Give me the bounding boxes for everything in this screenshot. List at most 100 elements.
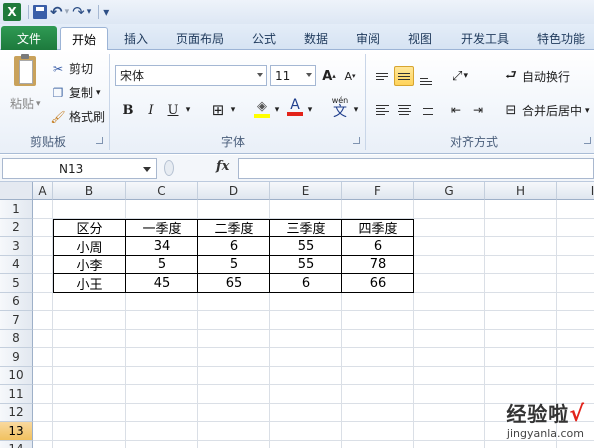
column-header-a[interactable]: A xyxy=(33,182,53,200)
table-cell[interactable]: 78 xyxy=(342,256,414,275)
row-header-14[interactable]: 14 xyxy=(0,440,33,448)
row-header-10[interactable]: 10 xyxy=(0,366,33,385)
column-header-c[interactable]: C xyxy=(126,182,198,200)
grow-font-button[interactable]: A ▴ xyxy=(319,66,339,86)
merge-center-button[interactable]: ⊟ 合并后居中 ▾ xyxy=(503,102,590,119)
column-header-g[interactable]: G xyxy=(414,182,485,200)
row-header-6[interactable]: 6 xyxy=(0,292,33,311)
undo-dropdown-icon[interactable]: ▾ xyxy=(65,7,70,17)
tab-page-layout[interactable]: 页面布局 xyxy=(168,27,232,50)
wrap-text-button[interactable]: ⮐ 自动换行 xyxy=(503,68,570,85)
table-cell[interactable]: 34 xyxy=(126,237,198,256)
table-cell[interactable]: 6 xyxy=(270,274,342,293)
decrease-indent-button[interactable]: ⇤ xyxy=(446,100,466,120)
table-cell[interactable]: 5 xyxy=(198,256,270,275)
underline-dropdown-icon[interactable]: ▾ xyxy=(183,100,193,120)
row-header-13[interactable]: 13 xyxy=(0,422,33,441)
tab-view[interactable]: 视图 xyxy=(400,27,440,50)
alignment-launcher-icon[interactable] xyxy=(584,137,591,144)
row-header-2[interactable]: 2 xyxy=(0,218,33,237)
paste-label[interactable]: 粘贴 ▾ xyxy=(10,95,41,112)
table-header-cell[interactable]: 二季度 xyxy=(198,219,270,237)
fill-color-dropdown-icon[interactable]: ▾ xyxy=(272,100,282,120)
phonetic-dropdown-icon[interactable]: ▾ xyxy=(351,100,361,120)
tab-special-features[interactable]: 特色功能 xyxy=(528,27,594,50)
bold-button[interactable]: B xyxy=(118,100,138,120)
row-header-8[interactable]: 8 xyxy=(0,329,33,348)
tab-review[interactable]: 审阅 xyxy=(348,27,388,50)
align-middle-button[interactable] xyxy=(394,66,414,86)
undo-button[interactable]: ↶ ▾ xyxy=(50,3,69,21)
table-header-cell[interactable]: 区分 xyxy=(53,219,126,237)
table-cell[interactable]: 6 xyxy=(342,237,414,256)
phonetic-guide-button[interactable]: wén 文 xyxy=(327,95,353,121)
name-box[interactable]: N13 xyxy=(2,158,157,179)
table-cell[interactable]: 65 xyxy=(198,274,270,293)
table-cell[interactable]: 小周 xyxy=(53,237,126,256)
font-color-button[interactable]: A xyxy=(285,97,305,117)
table-header-cell[interactable]: 一季度 xyxy=(126,219,198,237)
table-cell[interactable]: 55 xyxy=(270,256,342,275)
align-left-button[interactable] xyxy=(372,100,392,120)
tab-insert[interactable]: 插入 xyxy=(116,27,156,50)
column-header-i[interactable]: I xyxy=(557,182,594,200)
table-cell[interactable]: 小李 xyxy=(53,256,126,274)
row-header-4[interactable]: 4 xyxy=(0,255,33,274)
table-cell[interactable]: 55 xyxy=(270,237,342,256)
table-header-cell[interactable]: 四季度 xyxy=(342,219,414,237)
align-right-button[interactable] xyxy=(416,100,436,120)
table-cell[interactable]: 5 xyxy=(126,256,198,275)
orientation-button[interactable]: ⤢ ▾ xyxy=(446,66,474,86)
tab-home[interactable]: 开始 xyxy=(60,27,108,51)
align-center-button[interactable] xyxy=(394,100,414,120)
borders-dropdown-icon[interactable]: ▾ xyxy=(228,100,238,120)
increase-indent-button[interactable]: ⇥ xyxy=(468,100,488,120)
column-header-h[interactable]: H xyxy=(485,182,557,200)
italic-button[interactable]: I xyxy=(141,100,161,120)
font-launcher-icon[interactable] xyxy=(353,137,360,144)
font-name-combo[interactable]: 宋体 xyxy=(115,65,267,86)
save-button[interactable] xyxy=(33,3,47,21)
row-header-3[interactable]: 3 xyxy=(0,237,33,256)
name-box-dropdown-icon[interactable] xyxy=(143,167,151,172)
font-size-combo[interactable]: 11 xyxy=(270,65,316,86)
tab-file[interactable]: 文件 xyxy=(1,26,57,50)
row-header-9[interactable]: 9 xyxy=(0,348,33,367)
cut-button[interactable]: ✂ 剪切 xyxy=(50,60,93,77)
excel-logo[interactable]: X xyxy=(3,3,21,21)
customize-qat-button[interactable]: ▾ xyxy=(103,3,109,21)
row-header-5[interactable]: 5 xyxy=(0,274,33,293)
column-header-b[interactable]: B xyxy=(53,182,126,200)
row-header-1[interactable]: 1 xyxy=(0,200,33,219)
table-cell[interactable]: 小王 xyxy=(53,274,126,293)
format-painter-button[interactable]: 🖌 格式刷 xyxy=(50,108,105,125)
worksheet-grid[interactable]: ABCDEFGHI1234567891011121314区分一季度二季度三季度四… xyxy=(0,182,594,448)
column-header-e[interactable]: E xyxy=(270,182,342,200)
shrink-font-button[interactable]: A ▾ xyxy=(340,66,360,86)
column-header-f[interactable]: F xyxy=(342,182,414,200)
table-cell[interactable]: 66 xyxy=(342,274,414,293)
redo-dropdown-icon[interactable]: ▾ xyxy=(87,7,92,17)
borders-button[interactable]: ⊞ xyxy=(208,100,228,120)
row-header-11[interactable]: 11 xyxy=(0,385,33,404)
column-header-d[interactable]: D xyxy=(198,182,270,200)
select-all-corner[interactable] xyxy=(0,182,33,200)
table-header-cell[interactable]: 三季度 xyxy=(270,219,342,237)
tab-developer[interactable]: 开发工具 xyxy=(452,27,518,50)
row-header-7[interactable]: 7 xyxy=(0,311,33,330)
formula-bar-resize-handle[interactable] xyxy=(164,160,174,176)
row-header-12[interactable]: 12 xyxy=(0,403,33,422)
copy-button[interactable]: ❐ 复制 ▾ xyxy=(50,84,101,101)
align-top-button[interactable] xyxy=(372,66,392,86)
tab-formulas[interactable]: 公式 xyxy=(244,27,284,50)
table-cell[interactable]: 45 xyxy=(126,274,198,293)
tab-data[interactable]: 数据 xyxy=(296,27,336,50)
insert-function-button[interactable]: fx xyxy=(216,159,229,174)
clipboard-launcher-icon[interactable] xyxy=(96,137,103,144)
underline-button[interactable]: U xyxy=(163,100,183,120)
table-cell[interactable]: 6 xyxy=(198,237,270,256)
redo-button[interactable]: ↷ ▾ xyxy=(72,3,91,21)
font-color-dropdown-icon[interactable]: ▾ xyxy=(305,100,315,120)
fill-color-button[interactable]: ◈ xyxy=(252,98,272,118)
formula-input[interactable] xyxy=(238,158,594,179)
